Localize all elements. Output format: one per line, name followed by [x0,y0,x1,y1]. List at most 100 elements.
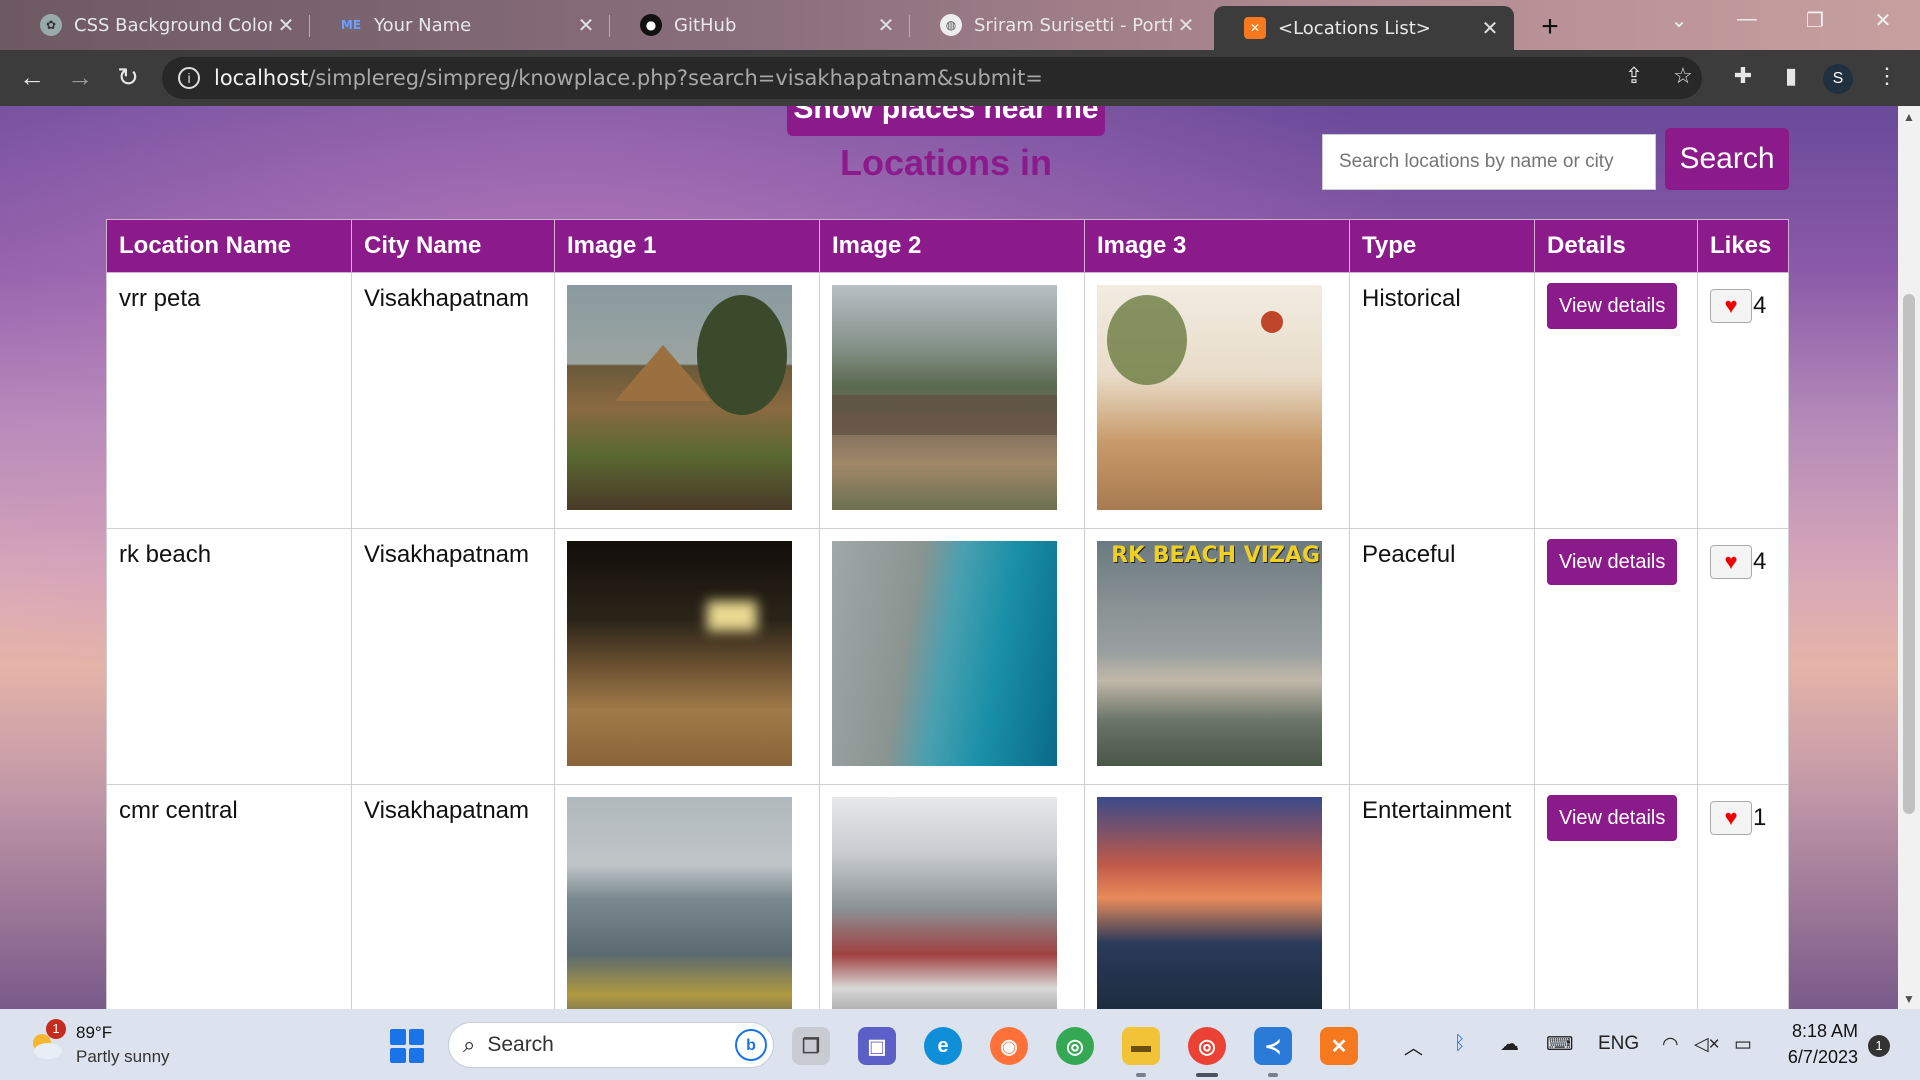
close-tab-icon[interactable]: ✕ [1476,16,1504,40]
weather-badge: 1 [46,1019,66,1039]
bookmark-star-icon[interactable]: ☆ [1666,63,1700,89]
weather-description[interactable]: Partly sunny [76,1047,170,1067]
column-header: City Name [351,219,555,273]
close-tab-icon[interactable]: ✕ [572,13,600,37]
view-details-button[interactable]: View details [1547,283,1678,329]
taskbar-search-box[interactable]: ⌕ Search b [448,1022,774,1068]
edge-icon[interactable]: e [924,1027,962,1065]
close-tab-icon[interactable]: ✕ [272,13,300,37]
task-view-icon[interactable]: ❐ [792,1027,830,1065]
tab-locations-list[interactable]: ✕ <Locations List> ✕ [1214,6,1514,50]
location-name-cell: rk beach [106,528,352,785]
city-name-cell: Visakhapatnam [351,528,555,785]
likes-count: 1 [1753,804,1767,831]
forward-arrow-icon[interactable]: → [62,62,98,93]
table-row: cmr central Visakhapatnam Entertainment … [106,784,1789,1009]
wifi-icon[interactable]: ◠ [1662,1033,1679,1056]
rk-beach-vizag-photo: RK BEACH VIZAG [1097,541,1322,766]
app-running-indicator [1136,1073,1146,1077]
chrome-icon[interactable]: ◎ [1056,1027,1094,1065]
app-active-indicator [1196,1073,1218,1077]
tab-portfolio[interactable]: ◍ Sriram Surisetti - Portfolio ✕ [910,6,1210,44]
page-scrollbar[interactable]: ▲ ▼ [1898,106,1920,1009]
likes-count: 4 [1753,548,1767,575]
profile-avatar[interactable]: S [1823,64,1853,94]
share-icon[interactable]: ⇪ [1617,63,1651,89]
close-tab-icon[interactable]: ✕ [1172,13,1200,37]
minimize-button[interactable]: — [1722,8,1772,31]
xampp-icon: ✕ [1244,17,1266,39]
show-hidden-icons-chevron[interactable]: ︿ [1404,1033,1423,1060]
like-heart-icon[interactable]: ♥ [1710,801,1752,835]
rooftops-shape [832,395,1057,435]
clock-date[interactable]: 6/7/2023 [1780,1047,1858,1068]
likes-count: 4 [1753,292,1767,319]
omnibox[interactable]: i localhost/simplereg/simpreg/knowplace.… [162,57,1702,99]
clock-time[interactable]: 8:18 AM [1788,1021,1858,1042]
tab-your-name[interactable]: ME Your Name ✕ [310,6,610,44]
xampp-icon[interactable]: ✕ [1320,1027,1358,1065]
page-viewport: Show places near me Locations in Search … [0,106,1898,1009]
tab-css-background[interactable]: ✿ CSS Background Color Tra ✕ [10,6,310,44]
vscode-icon[interactable]: ≺ [1254,1027,1292,1065]
type-cell: Entertainment [1349,784,1535,1009]
hillside-village-photo [832,285,1057,510]
bing-icon[interactable]: b [735,1029,767,1061]
location-name-cell: cmr central [106,784,352,1009]
column-header: Image 3 [1084,219,1350,273]
table-header-row: Location Name City Name Image 1 Image 2 … [106,219,1789,273]
side-panel-icon[interactable]: ▮ [1774,63,1808,89]
battery-charging-icon[interactable]: ▭ [1734,1033,1752,1056]
keyboard-icon[interactable]: ⌨ [1546,1033,1573,1056]
locations-table: Location Name City Name Image 1 Image 2 … [106,219,1789,1009]
scroll-down-arrow-icon[interactable]: ▼ [1898,992,1920,1006]
image-caption: RK BEACH VIZAG [1111,543,1320,568]
scroll-up-arrow-icon[interactable]: ▲ [1898,110,1920,124]
view-details-button[interactable]: View details [1547,539,1678,585]
globe-icon: ◍ [940,14,962,36]
close-tab-icon[interactable]: ✕ [872,13,900,37]
like-heart-icon[interactable]: ♥ [1710,289,1752,323]
site-info-icon[interactable]: i [178,67,200,89]
location-name-cell: vrr peta [106,272,352,529]
new-tab-button[interactable]: + [1530,10,1570,44]
show-places-near-me-button[interactable]: Show places near me [787,106,1105,136]
search-button[interactable]: Search [1665,128,1789,190]
village-hut-photo [567,285,792,510]
search-icon: ⌕ [463,1032,476,1057]
restore-button[interactable]: ❐ [1790,8,1840,33]
firefox-icon[interactable]: ◉ [990,1027,1028,1065]
city-name-cell: Visakhapatnam [351,272,555,529]
notification-count-badge[interactable]: 1 [1868,1035,1890,1057]
chrome-profile-icon[interactable]: ◎ [1188,1027,1226,1065]
table-row: vrr peta Visakhapatnam Historical View d… [106,272,1789,529]
search-input[interactable] [1322,134,1656,190]
column-header: Type [1349,219,1535,273]
volume-muted-icon[interactable]: ◁× [1694,1033,1720,1056]
table-row: rk beach Visakhapatnam RK BEACH VIZAG Pe… [106,528,1789,785]
column-header: Location Name [106,219,352,273]
teams-icon[interactable]: ▣ [858,1027,896,1065]
github-icon: ● [640,14,662,36]
weather-temperature[interactable]: 89°F [76,1023,112,1043]
bluetooth-icon[interactable]: ᛒ [1454,1033,1465,1055]
tab-search-icon[interactable]: ⌄ [1654,8,1704,33]
reload-icon[interactable]: ↻ [110,62,146,93]
tree-shape [1107,295,1187,385]
like-heart-icon[interactable]: ♥ [1710,545,1752,579]
language-indicator[interactable]: ENG [1598,1033,1639,1055]
url-text[interactable]: localhost/simplereg/simpreg/knowplace.ph… [214,66,1043,90]
scrollbar-thumb[interactable] [1903,294,1915,814]
close-window-button[interactable]: ✕ [1858,8,1908,33]
chatgpt-icon: ✿ [40,14,62,36]
onedrive-icon[interactable]: ☁ [1500,1033,1519,1056]
tab-github[interactable]: ● GitHub ✕ [610,6,910,44]
extensions-puzzle-icon[interactable]: ✚ [1726,63,1760,89]
view-details-button[interactable]: View details [1547,795,1678,841]
menu-kebab-icon[interactable]: ⋮ [1870,63,1904,89]
page-heading: Locations in [840,142,1053,183]
back-arrow-icon[interactable]: ← [14,62,50,93]
taskbar: 1 89°F Partly sunny ⌕ Search b ❐ ▣ e ◉ ◎… [0,1009,1920,1080]
windows-start-icon[interactable] [390,1029,424,1063]
file-explorer-icon[interactable]: ▬ [1122,1027,1160,1065]
